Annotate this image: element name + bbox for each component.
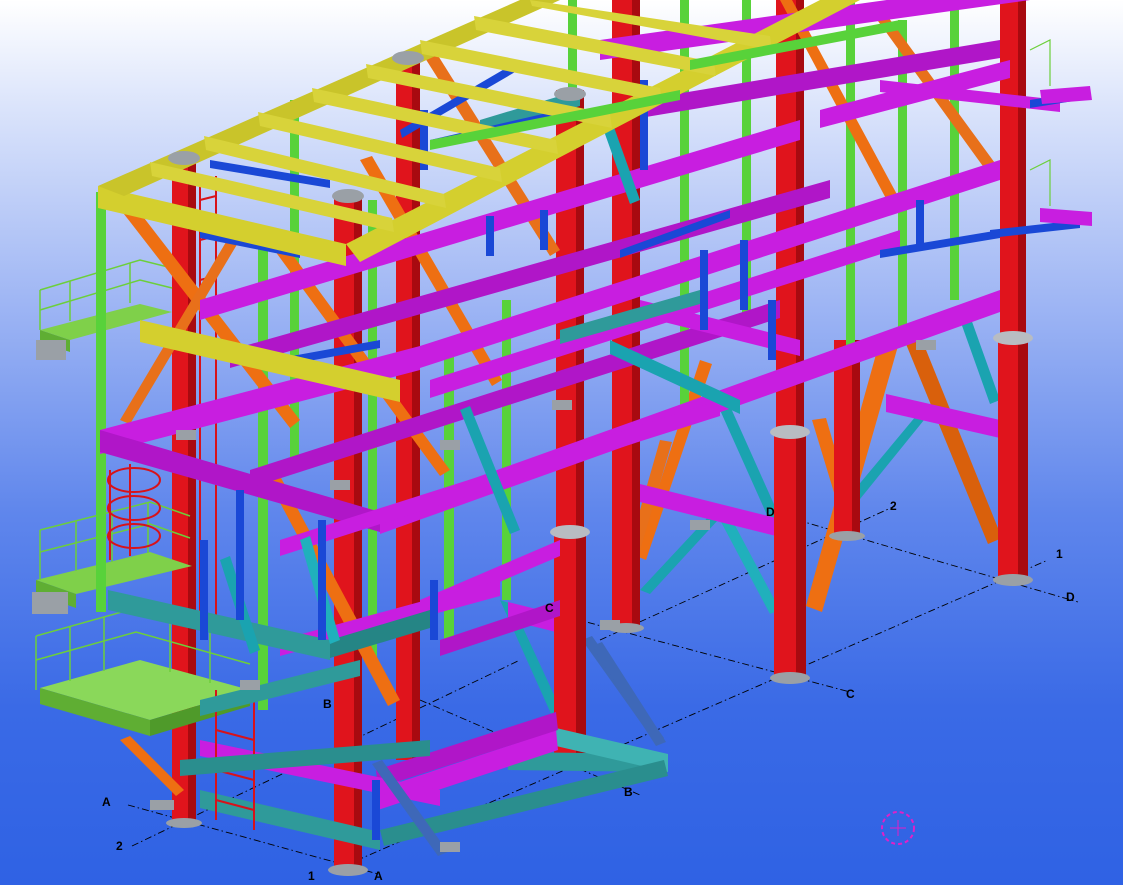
blue-column <box>486 216 494 256</box>
right-cantilevers <box>1029 39 1092 226</box>
steel-brace <box>592 642 666 746</box>
base-frame <box>200 642 668 856</box>
teal-beam <box>108 590 330 660</box>
green-column <box>846 0 855 360</box>
green-column <box>96 192 106 612</box>
column-cap <box>550 525 590 539</box>
column-shadow <box>796 430 806 678</box>
cantilever-deck <box>1040 208 1092 226</box>
column-base-plate <box>166 818 202 828</box>
connection-plate <box>332 189 364 203</box>
grid-label-2: 2 <box>890 499 897 513</box>
column-base-plate <box>993 574 1033 586</box>
grid-label-a: A <box>102 795 111 809</box>
column-base-plate <box>829 531 865 541</box>
platform-deck <box>36 552 192 594</box>
column-shadow <box>852 340 860 536</box>
platform-support <box>36 340 66 360</box>
grid-label-c: C <box>846 687 855 701</box>
connection-plate <box>554 87 586 101</box>
column-shadow <box>188 160 196 824</box>
blue-column <box>372 780 380 840</box>
connection-plate <box>440 440 460 450</box>
blue-column <box>540 210 548 250</box>
cantilever-deck <box>1040 86 1092 104</box>
grid-label-b: B <box>624 785 633 799</box>
blue-column <box>768 300 776 360</box>
column-shadow <box>412 60 420 760</box>
blue-column <box>700 250 708 330</box>
left-platforms <box>32 176 255 830</box>
column-shadow <box>576 530 586 766</box>
connection-plate <box>392 51 424 65</box>
column-shadow <box>354 196 362 872</box>
cyan-brace <box>960 316 1000 404</box>
steel-structure-3d-view: 1 2 D D C C B B A 2 1 A <box>32 0 1092 883</box>
connection-plate <box>440 842 460 852</box>
grid-label-c: C <box>545 601 554 615</box>
connection-plate <box>690 520 710 530</box>
blue-column <box>200 540 208 640</box>
connection-plate <box>600 620 620 630</box>
connection-plate <box>176 430 196 440</box>
grid-label-a: A <box>374 869 383 883</box>
grid-label-b: B <box>323 697 332 711</box>
view-rotation-center-icon[interactable] <box>881 811 915 845</box>
connection-plate <box>168 151 200 165</box>
connection-plate <box>150 800 174 810</box>
blue-column <box>430 580 438 640</box>
grid-label-d: D <box>766 505 775 519</box>
column-shadow <box>1018 336 1028 580</box>
blue-column <box>916 200 924 250</box>
connection-plate <box>916 340 936 350</box>
green-column <box>502 300 511 600</box>
connection-plate <box>330 480 350 490</box>
blue-column <box>236 490 244 620</box>
column-base-plate <box>770 672 810 684</box>
grid-label-d: D <box>1066 590 1075 604</box>
grid-label-1: 1 <box>1056 547 1063 561</box>
column-shadow <box>1018 0 1026 340</box>
column-cap <box>770 425 810 439</box>
connection-plate <box>552 400 572 410</box>
column-cap <box>993 331 1033 345</box>
blue-column <box>318 520 326 640</box>
grid-label-1: 1 <box>308 869 315 883</box>
connection-plate <box>240 680 260 690</box>
blue-column <box>740 240 748 310</box>
grid-label-2: 2 <box>116 839 123 853</box>
column-base-plate <box>328 864 368 876</box>
model-viewport[interactable]: 1 2 D D C C B B A 2 1 A <box>0 0 1123 885</box>
platform-support <box>32 592 68 614</box>
railing <box>1029 39 1051 206</box>
